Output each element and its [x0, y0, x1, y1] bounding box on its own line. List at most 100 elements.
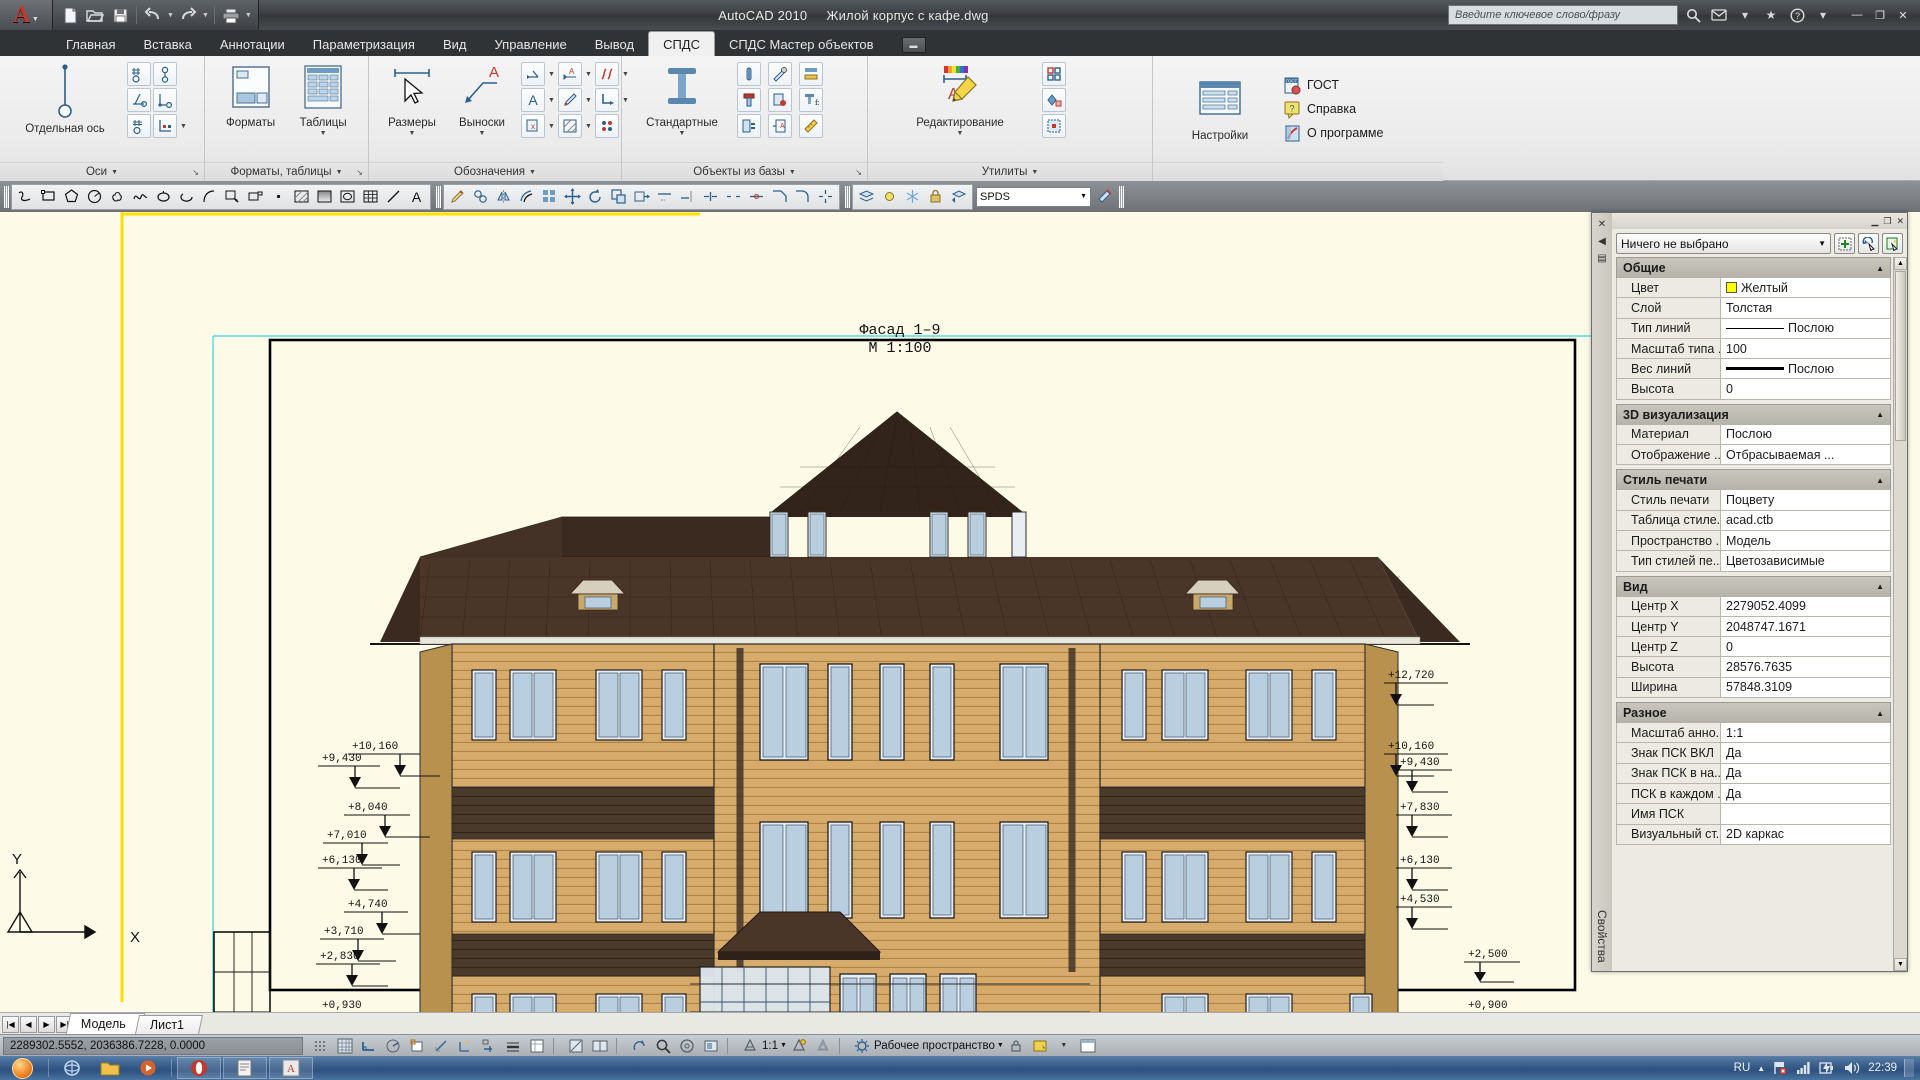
annotation-scale-icon[interactable]	[738, 1036, 762, 1056]
region-icon[interactable]	[336, 185, 359, 208]
property-row[interactable]: Знак ПСК в на... Да	[1616, 763, 1891, 784]
point-icon[interactable]	[267, 185, 290, 208]
dynamic-input-icon[interactable]	[477, 1036, 501, 1056]
break-icon[interactable]	[722, 185, 745, 208]
infer-constraints-icon[interactable]	[309, 1036, 333, 1056]
toolbar-lock-icon[interactable]	[1004, 1036, 1028, 1056]
ribbon-tab-insert[interactable]: Вставка	[129, 32, 205, 56]
property-row[interactable]: Центр Z 0	[1616, 637, 1891, 658]
taskbar-app-opera[interactable]	[177, 1057, 221, 1079]
chevron-down-icon[interactable]: ▼	[1818, 239, 1826, 248]
offset-icon[interactable]	[515, 185, 538, 208]
hatch-dropdown-icon[interactable]: ▼	[584, 114, 593, 138]
network-signal-icon[interactable]	[1795, 1060, 1811, 1076]
toolbar-grip-3[interactable]	[845, 185, 850, 208]
ribbon-tab-spds[interactable]: СПДС	[648, 31, 716, 56]
level-mark-dropdown-icon[interactable]: ▼	[547, 62, 556, 86]
text-style-dropdown-icon[interactable]: ▼	[547, 88, 556, 112]
ribbon-tab-manage[interactable]: Управление	[480, 32, 580, 56]
plot-icon[interactable]	[220, 4, 242, 26]
ortho-mode-icon[interactable]	[357, 1036, 381, 1056]
toggle-pickadd-icon[interactable]	[1834, 233, 1855, 254]
ribbon-panel-title-formats[interactable]: Форматы, таблицы ▼ ↘	[205, 162, 368, 181]
mirror-icon[interactable]	[492, 185, 515, 208]
autocad-app-menu-button[interactable]: A ▼	[0, 0, 52, 30]
property-value[interactable]: 28576.7635	[1721, 657, 1890, 677]
copy-icon[interactable]	[469, 185, 492, 208]
property-row[interactable]: Имя ПСК	[1616, 804, 1891, 825]
table-icon[interactable]	[359, 185, 382, 208]
layer-match-icon[interactable]	[1094, 185, 1117, 208]
property-group-view[interactable]: Вид ▲	[1616, 575, 1891, 597]
property-row[interactable]: Масштаб типа ... 100	[1616, 338, 1891, 360]
revcloud-icon[interactable]	[106, 185, 129, 208]
steering-wheel-icon[interactable]	[675, 1036, 699, 1056]
show-desktop-button[interactable]	[1904, 1059, 1914, 1077]
ruler-icon[interactable]	[799, 114, 823, 138]
ribbon-tab-view[interactable]: Вид	[429, 32, 481, 56]
search-input[interactable]: Введите ключевое слово/фразу	[1448, 5, 1678, 25]
array-icon[interactable]	[538, 185, 561, 208]
help-button[interactable]: ? Справка	[1279, 98, 1387, 121]
media-player-icon[interactable]	[129, 1057, 167, 1079]
palette-autohide-icon[interactable]: ◀	[1598, 236, 1606, 247]
toolbar-grip-4[interactable]	[1119, 185, 1124, 208]
dialog-launcher-icon[interactable]: ↘	[192, 168, 199, 177]
quick-properties-icon[interactable]	[525, 1036, 549, 1056]
property-value[interactable]: 2048747.1671	[1721, 616, 1890, 637]
chevron-down-icon[interactable]: ▼	[529, 169, 536, 176]
property-value[interactable]: 100	[1721, 338, 1890, 359]
layer-previous-icon[interactable]	[947, 185, 970, 208]
axis-chain-icon[interactable]	[153, 62, 177, 86]
property-row[interactable]: Центр Y 2048747.1671	[1616, 616, 1891, 638]
osnap-tracking-icon[interactable]	[429, 1036, 453, 1056]
tab-layout1[interactable]: Лист1	[134, 1015, 204, 1034]
property-value[interactable]: 1:1	[1721, 723, 1890, 743]
formats-button[interactable]: Форматы	[219, 60, 282, 133]
ribbon-tab-home[interactable]: Главная	[52, 32, 129, 56]
property-value[interactable]: Да	[1721, 743, 1890, 763]
chevron-down-icon[interactable]: ▼	[1080, 193, 1087, 200]
convert-objects-icon[interactable]	[1042, 88, 1066, 112]
close-button[interactable]: ✕	[1892, 6, 1914, 24]
property-value-cell[interactable]: Послою	[1721, 359, 1890, 379]
property-row[interactable]: Слой Толстая	[1616, 298, 1891, 319]
polygon-icon[interactable]	[60, 185, 83, 208]
property-group-plotstyle[interactable]: Стиль печати ▲	[1616, 469, 1891, 491]
quick-select-icon[interactable]	[1882, 233, 1903, 254]
gost-button[interactable]: ГОСТ ГОСТ	[1279, 74, 1387, 97]
property-row[interactable]: Материал Послою	[1616, 424, 1891, 446]
annotate-object-icon[interactable]: A	[768, 114, 792, 138]
language-indicator[interactable]: RU	[1734, 1062, 1751, 1074]
move-icon[interactable]	[561, 185, 584, 208]
restore-button[interactable]: ❐	[1869, 6, 1891, 24]
copy-object-icon[interactable]	[768, 88, 792, 112]
property-row[interactable]: Отображение ... Отбрасываемая ...	[1616, 445, 1891, 466]
property-row[interactable]: Стиль печати Поцвету	[1616, 490, 1891, 511]
communication-center-icon[interactable]	[1708, 5, 1730, 25]
chamfer-icon[interactable]	[768, 185, 791, 208]
trim-icon[interactable]	[653, 185, 676, 208]
model-space-icon[interactable]	[564, 1036, 588, 1056]
settings-button[interactable]: Настройки	[1175, 73, 1265, 146]
axis-angular-icon[interactable]	[127, 88, 151, 112]
axis-mark-icon[interactable]	[127, 114, 151, 138]
editing-dropdown-icon[interactable]: ▼	[957, 130, 964, 137]
new-file-icon[interactable]	[59, 4, 81, 26]
minimize-button[interactable]: —	[1846, 6, 1868, 24]
ellipse-arc-icon[interactable]	[175, 185, 198, 208]
node-mark-dropdown-icon[interactable]: ▼	[547, 114, 556, 138]
leaders-button[interactable]: A Выноски ▼	[451, 60, 513, 140]
showmotion-icon[interactable]	[699, 1036, 723, 1056]
screw-icon[interactable]	[737, 88, 761, 112]
chevron-down-icon[interactable]: ▼	[997, 1042, 1004, 1049]
spline-icon[interactable]	[129, 185, 152, 208]
start-button[interactable]	[0, 1056, 44, 1080]
property-value[interactable]: 2279052.4099	[1721, 596, 1890, 616]
ribbon-minimize-icon[interactable]: ▬	[901, 37, 926, 53]
lineweight-icon[interactable]	[501, 1036, 525, 1056]
volume-icon[interactable]	[1843, 1060, 1861, 1076]
collapse-icon[interactable]: ▲	[1876, 264, 1884, 273]
palette-menu-icon[interactable]: ▤	[1597, 253, 1606, 264]
first-layout-icon[interactable]: |◀	[2, 1015, 19, 1033]
